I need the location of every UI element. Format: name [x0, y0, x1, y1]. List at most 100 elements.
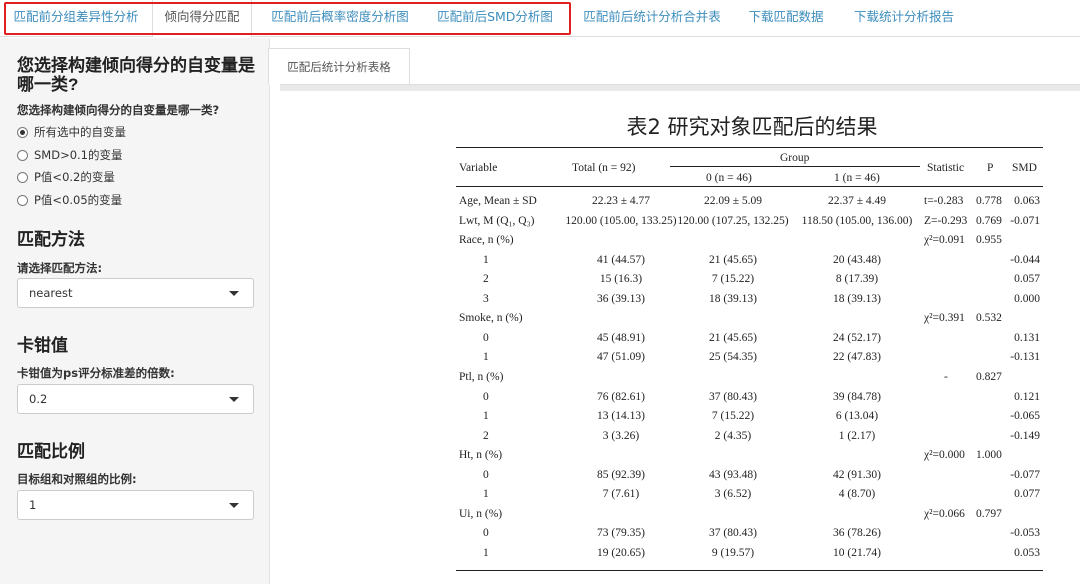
table-cell-p: 0.797 — [976, 508, 1002, 520]
table-cell-g1: 22 (47.83) — [833, 351, 881, 363]
caliper-select[interactable]: 0.2 — [17, 384, 254, 414]
table-cell-g1: 20 (43.48) — [833, 254, 881, 266]
table-row-variable: 1 — [483, 351, 489, 363]
table-cell-smd: -0.065 — [1010, 410, 1040, 422]
table-cell-statistic: χ²=0.091 — [924, 234, 965, 246]
table-row-variable: 3 — [483, 293, 489, 305]
radio-label: P值<0.05的变量 — [34, 193, 123, 207]
tab-propensity-matching[interactable]: 倾向得分匹配 — [152, 0, 252, 37]
ratio-value: 1 — [29, 498, 37, 512]
table-row-variable: 0 — [483, 391, 489, 403]
table-row-variable: Ht, n (%) — [459, 449, 503, 461]
header-variable: Variable — [459, 162, 498, 174]
table-row-variable: Ui, n (%) — [459, 508, 503, 520]
table-cell-p: 0.532 — [976, 312, 1002, 324]
table-cell-smd: 0.057 — [1014, 273, 1040, 285]
table-bottom-rule — [456, 570, 1043, 571]
method-value: nearest — [29, 286, 73, 300]
table-row-variable: 1 — [483, 410, 489, 422]
method-select[interactable]: nearest — [17, 278, 254, 308]
tab-pre-match-analysis[interactable]: 匹配前分组差异性分析 — [0, 0, 152, 34]
table-cell-smd: -0.071 — [1010, 215, 1040, 227]
tab-smd-plot[interactable]: 匹配前后SMD分析图 — [424, 0, 566, 34]
table-row-variable: Age, Mean ± SD — [459, 195, 537, 207]
group-rule — [670, 166, 920, 167]
caliper-value: 0.2 — [29, 392, 48, 406]
radio-checked-icon — [17, 126, 28, 138]
header-smd: SMD — [1012, 162, 1037, 174]
ratio-label: 目标组和对照组的比例: — [17, 472, 137, 486]
table-cell-smd: 0.131 — [1014, 332, 1040, 344]
table-cell-g1: 36 (78.26) — [833, 527, 881, 539]
ratio-heading: 匹配比例 — [17, 442, 85, 461]
header-p: P — [987, 162, 994, 174]
table-cell-smd: 0.077 — [1014, 488, 1040, 500]
table-cell-g1: 42 (91.30) — [833, 469, 881, 481]
header-bottom-rule — [456, 186, 1043, 187]
table-cell-g1: 22.37 ± 4.49 — [827, 195, 887, 207]
table-row-variable: 0 — [483, 332, 489, 344]
table-cell-g1: 8 (17.39) — [835, 273, 879, 285]
radio-label: SMD>0.1的变量 — [34, 148, 123, 162]
radio-label: 所有选中的自变量 — [34, 125, 126, 139]
chevron-down-icon — [229, 397, 239, 402]
radio-unchecked-icon — [17, 194, 28, 206]
method-heading: 匹配方法 — [17, 230, 85, 249]
table-cell-smd: -0.149 — [1010, 430, 1040, 442]
tab-post-match-table[interactable]: 匹配后统计分析表格 — [268, 48, 410, 85]
table-cell-smd: 0.000 — [1014, 293, 1040, 305]
radio-unchecked-icon — [17, 149, 28, 161]
table-top-rule — [456, 147, 1043, 148]
table-cell-p: 1.000 — [976, 449, 1002, 461]
tab-download-report[interactable]: 下载统计分析报告 — [840, 0, 968, 34]
header-group: Group — [780, 152, 810, 164]
output-top-bar — [280, 85, 1080, 91]
radio-p02-variables[interactable]: P值<0.2的变量 — [17, 169, 115, 185]
chevron-down-icon — [229, 503, 239, 508]
table-cell-g1: 118.50 (105.00, 136.00) — [801, 215, 913, 227]
table-cell-p: 0.955 — [976, 234, 1002, 246]
caliper-label: 卡钳值为ps评分标准差的倍数: — [17, 366, 175, 380]
header-group-1: 1 (n = 46) — [834, 172, 880, 184]
table-cell-smd: 0.063 — [1014, 195, 1040, 207]
tab-merged-table[interactable]: 匹配前后统计分析合并表 — [570, 0, 734, 34]
table-cell-smd: 0.121 — [1014, 391, 1040, 403]
table-cell-statistic: t=-0.283 — [924, 195, 964, 207]
tab-density-plot[interactable]: 匹配前后概率密度分析图 — [256, 0, 424, 34]
table-cell-g1: 10 (21.74) — [833, 547, 881, 559]
table-row-variable: 2 — [483, 430, 489, 442]
radio-smd-variables[interactable]: SMD>0.1的变量 — [17, 147, 123, 163]
table-cell-g1: 24 (52.17) — [833, 332, 881, 344]
table-cell-g1: 6 (13.04) — [835, 410, 879, 422]
table-cell-g1: 4 (8.70) — [838, 488, 876, 500]
tab-download-data[interactable]: 下载匹配数据 — [736, 0, 836, 34]
table-cell-smd: -0.044 — [1010, 254, 1040, 266]
table-row-variable: Ptl, n (%) — [459, 371, 504, 383]
table-row-variable: Race, n (%) — [459, 234, 514, 246]
caliper-heading: 卡钳值 — [17, 336, 68, 355]
table-row-variable: 0 — [483, 469, 489, 481]
table-cell-g1: 18 (39.13) — [833, 293, 881, 305]
ratio-select[interactable]: 1 — [17, 490, 254, 520]
table-cell-smd: 0.053 — [1014, 547, 1040, 559]
table-cell-statistic: Z=-0.293 — [924, 215, 968, 227]
header-statistic: Statistic — [927, 162, 965, 174]
header-total: Total (n = 92) — [572, 162, 636, 174]
table-cell-statistic: χ²=0.000 — [924, 449, 965, 461]
radio-label: P值<0.2的变量 — [34, 170, 115, 184]
radio-all-variables[interactable]: 所有选中的自变量 — [17, 124, 126, 140]
top-nav: 匹配前分组差异性分析 倾向得分匹配 匹配前后概率密度分析图 匹配前后SMD分析图… — [0, 0, 1080, 37]
table-cell-statistic: - — [944, 371, 948, 383]
table-title: 表2 研究对象匹配后的结果 — [626, 115, 878, 139]
variable-type-heading: 您选择构建倾向得分的自变量是哪一类? — [17, 56, 255, 94]
sidebar: 您选择构建倾向得分的自变量是哪一类? 您选择构建倾向得分的自变量是哪一类? 所有… — [0, 38, 270, 584]
table-row-variable: Lwt, M (Q₁, Q₃) — [459, 215, 535, 227]
header-group-0: 0 (n = 46) — [706, 172, 752, 184]
table-row-variable: 2 — [483, 273, 489, 285]
table-cell-statistic: χ²=0.066 — [924, 508, 965, 520]
radio-p005-variables[interactable]: P值<0.05的变量 — [17, 192, 122, 208]
table-cell-statistic: χ²=0.391 — [924, 312, 965, 324]
table-cell-p: 0.827 — [976, 371, 1002, 383]
table-cell-smd: -0.077 — [1010, 469, 1040, 481]
table-row-variable: 1 — [483, 547, 489, 559]
